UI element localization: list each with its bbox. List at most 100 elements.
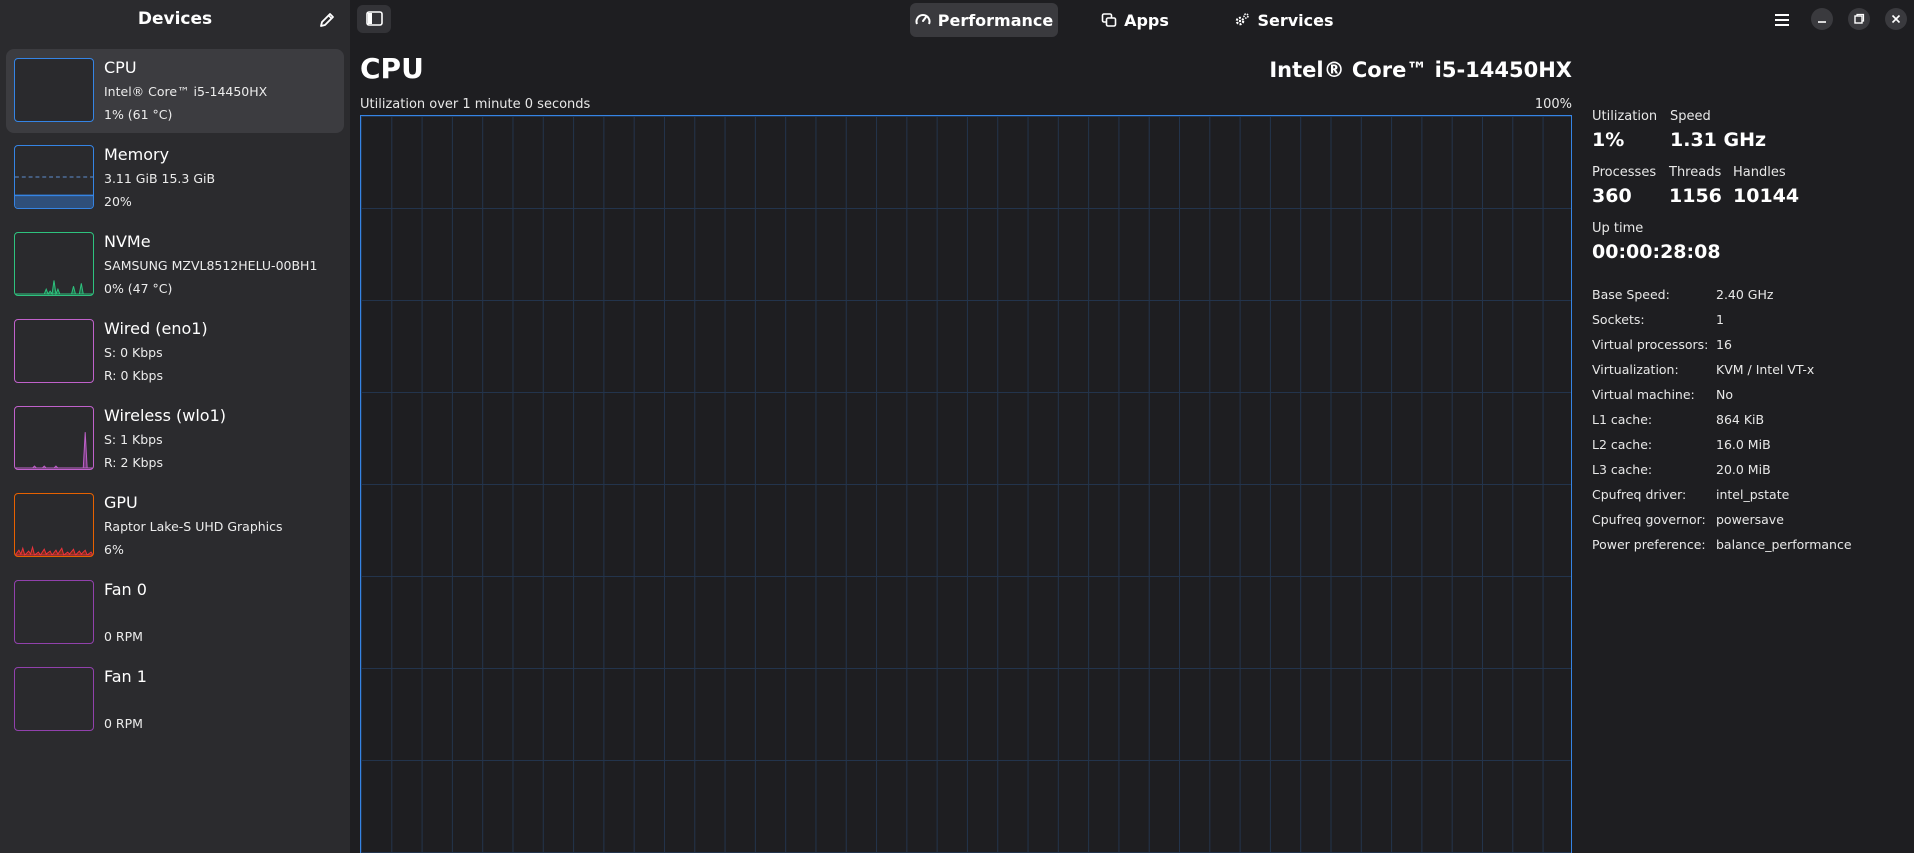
fan0-thumbnail-graph (14, 580, 94, 644)
prop-value: 864 KiB (1716, 412, 1765, 427)
prop-value: powersave (1716, 512, 1784, 527)
utilization-label: Utilization (1592, 109, 1658, 124)
cpu-thumbnail-graph (14, 58, 94, 122)
speed-label: Speed (1670, 109, 1711, 124)
prop-value: intel_pstate (1716, 487, 1790, 502)
device-name: Fan 0 (104, 580, 147, 599)
pencil-icon (320, 13, 334, 27)
prop-key: L3 cache: (1592, 462, 1653, 477)
device-value: 1% (61 °C) (104, 107, 173, 122)
prop-key: Virtualization: (1592, 362, 1679, 377)
prop-key: Sockets: (1592, 312, 1645, 327)
device-name: CPU (104, 58, 137, 77)
wireless-thumbnail-graph (14, 406, 94, 470)
speed-value: 1.31 GHz (1670, 129, 1767, 151)
threads-value: 1156 (1669, 185, 1722, 207)
device-gpu[interactable]: GPU Raptor Lake-S UHD Graphics 6% (6, 484, 344, 568)
prop-value: 2.40 GHz (1716, 287, 1774, 302)
handles-label: Handles (1733, 165, 1786, 180)
hamburger-icon (1775, 14, 1789, 26)
prop-key: L1 cache: (1592, 412, 1653, 427)
prop-key: Cpufreq governor: (1592, 512, 1706, 527)
tab-label: Performance (937, 10, 1054, 30)
gauge-icon (915, 14, 931, 25)
sidebar-header: Devices (0, 0, 350, 40)
prop-value: No (1716, 387, 1733, 402)
uptime-value: 00:00:28:08 (1592, 241, 1721, 263)
device-subtitle: 3.11 GiB 15.3 GiB (104, 171, 216, 186)
device-cpu[interactable]: CPU Intel® Core™ i5-14450HX 1% (61 °C) (6, 49, 344, 133)
prop-value: 16.0 MiB (1716, 437, 1771, 452)
device-subtitle: S: 0 Kbps (104, 345, 163, 360)
prop-value: KVM / Intel VT-x (1716, 362, 1815, 377)
prop-key: L2 cache: (1592, 437, 1653, 452)
graph-max-label: 100% (1534, 97, 1572, 112)
maximize-button[interactable] (1848, 8, 1870, 30)
graph-caption: Utilization over 1 minute 0 seconds (360, 97, 591, 112)
uptime-label: Up time (1592, 221, 1644, 236)
sidebar-title: Devices (137, 9, 213, 29)
device-value: 20% (104, 194, 132, 209)
device-name: GPU (104, 493, 138, 512)
tab-performance[interactable]: Performance (910, 3, 1058, 37)
device-value: 0 RPM (104, 716, 143, 731)
devices-sidebar: Devices CPU Intel® Core™ i5-14450HX 1% (… (0, 0, 350, 853)
fan1-thumbnail-graph (14, 667, 94, 731)
gpu-thumbnail-graph (14, 493, 94, 557)
sidebar-icon (366, 11, 383, 26)
device-nvme[interactable]: NVMe SAMSUNG MZVL8512HELU-00BH1 0% (47 °… (6, 223, 344, 307)
handles-value: 10144 (1733, 185, 1800, 207)
restore-icon (1854, 13, 1865, 24)
threads-label: Threads (1669, 165, 1722, 180)
tab-label: Apps (1124, 10, 1169, 30)
device-value: 0% (47 °C) (104, 281, 173, 296)
device-name: NVMe (104, 232, 151, 251)
device-subtitle: Intel® Core™ i5-14450HX (104, 84, 268, 99)
device-fan-1[interactable]: Fan 1 0 RPM (6, 658, 344, 742)
prop-key: Cpufreq driver: (1592, 487, 1687, 502)
prop-value: 20.0 MiB (1716, 462, 1771, 477)
utilization-value: 1% (1592, 129, 1625, 151)
tab-services[interactable]: Services (1232, 3, 1336, 37)
prop-value: balance_performance (1716, 537, 1852, 552)
close-icon (1891, 14, 1901, 24)
device-subtitle: S: 1 Kbps (104, 432, 163, 447)
minimize-icon (1818, 21, 1826, 23)
main-menu-button[interactable] (1770, 8, 1794, 32)
device-subtitle: Raptor Lake-S UHD Graphics (104, 519, 283, 534)
prop-value: 16 (1716, 337, 1732, 352)
cpu-utilization-graph (360, 115, 1572, 853)
minimize-button[interactable] (1811, 8, 1833, 30)
device-value: 6% (104, 542, 124, 557)
windows-icon (1101, 13, 1117, 27)
device-name: Wireless (wlo1) (104, 406, 227, 425)
prop-key: Base Speed: (1592, 287, 1670, 302)
device-subtitle: SAMSUNG MZVL8512HELU-00BH1 (104, 258, 318, 273)
device-wired[interactable]: Wired (eno1) S: 0 Kbps R: 0 Kbps (6, 310, 344, 394)
prop-key: Virtual processors: (1592, 337, 1709, 352)
device-fan-0[interactable]: Fan 0 0 RPM (6, 571, 344, 655)
prop-key: Virtual machine: (1592, 387, 1695, 402)
device-memory[interactable]: Memory 3.11 GiB 15.3 GiB 20% (6, 136, 344, 220)
wired-thumbnail-graph (14, 319, 94, 383)
device-value: 0 RPM (104, 629, 143, 644)
device-name: Memory (104, 145, 170, 164)
processes-label: Processes (1592, 165, 1657, 180)
tab-apps[interactable]: Apps (1092, 3, 1178, 37)
processes-value: 360 (1592, 185, 1632, 207)
prop-value: 1 (1716, 312, 1724, 327)
close-button[interactable] (1885, 8, 1907, 30)
device-wireless[interactable]: Wireless (wlo1) S: 1 Kbps R: 2 Kbps (6, 397, 344, 481)
edit-devices-button[interactable] (316, 9, 338, 31)
tab-label: Services (1257, 10, 1334, 30)
gears-icon (1236, 13, 1250, 26)
device-value: R: 2 Kbps (104, 455, 163, 470)
prop-key: Power preference: (1592, 537, 1706, 552)
cpu-model-name: Intel® Core™ i5-14450HX (1269, 58, 1572, 82)
nvme-thumbnail-graph (14, 232, 94, 296)
device-value: R: 0 Kbps (104, 368, 163, 383)
device-name: Wired (eno1) (104, 319, 208, 338)
toggle-sidebar-button[interactable] (357, 5, 391, 33)
memory-thumbnail-graph (14, 145, 94, 209)
device-name: Fan 1 (104, 667, 147, 686)
